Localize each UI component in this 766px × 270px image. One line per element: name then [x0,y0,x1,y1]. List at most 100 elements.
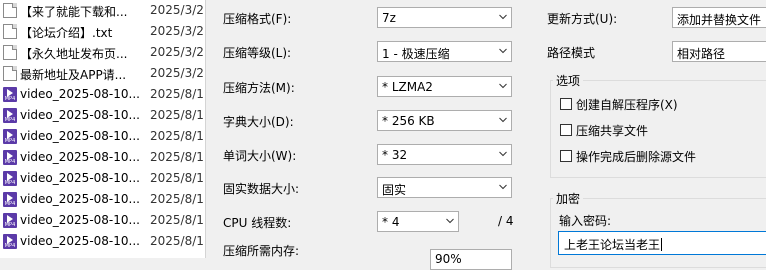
word-size-value: * 32 [382,148,408,162]
delete-after-label[interactable]: 操作完成后删除源文件 [576,148,696,165]
file-date: 2025/8/1 [150,213,204,227]
file-date: 2025/8/1 [150,129,204,143]
file-name: video_2025-08-10... [20,192,140,206]
file-row[interactable]: MP4 video_2025-08-10... 2025/8/1 [0,105,205,126]
chevron-down-icon [499,183,507,191]
file-date: 2025/3/2 [150,3,204,17]
pane-splitter[interactable] [205,0,206,258]
file-date: 2025/8/1 [150,171,204,185]
chevron-down-icon [446,217,454,225]
text-caret [661,238,663,251]
file-row[interactable]: MP4 video_2025-08-10... 2025/8/1 [0,126,205,147]
memory-usage-value: 90% [435,252,462,266]
file-row[interactable]: MP4 video_2025-08-10... 2025/8/1 [0,168,205,189]
text-file-icon [3,66,17,81]
video-file-icon: MP4 [3,150,17,165]
chevron-down-icon [499,13,507,21]
video-file-icon: MP4 [3,234,17,249]
file-date: 2025/3/2 [150,45,204,59]
text-file-icon [3,45,17,60]
memory-usage-label: 压缩所需内存: [223,244,300,258]
level-value: 1 - 极速压缩 [382,47,450,61]
dictionary-value: * 256 KB [382,114,435,128]
level-label: 压缩等级(L): [223,46,292,60]
cpu-threads-max: / 4 [498,214,514,228]
compress-shared-label[interactable]: 压缩共享文件 [576,122,648,139]
file-date: 2025/8/1 [150,87,204,101]
file-name: video_2025-08-10... [20,171,140,185]
word-size-select[interactable]: * 32 [377,144,512,165]
file-date: 2025/8/1 [150,234,204,248]
word-size-label: 单词大小(W): [223,149,297,163]
file-name: video_2025-08-10... [20,234,140,248]
file-row[interactable]: MP4 video_2025-08-10... 2025/8/1 [0,231,205,252]
video-file-icon: MP4 [3,108,17,123]
update-mode-value: 添加并替换文件 [677,13,762,27]
file-name: video_2025-08-10... [20,108,140,122]
file-row[interactable]: 【永久地址发布页... 2025/3/2 [0,42,205,63]
memory-usage-select[interactable]: 90% [430,249,512,270]
dictionary-label: 字典大小(D): [223,115,294,129]
video-file-icon: MP4 [3,129,17,144]
video-file-icon: MP4 [3,171,17,186]
path-mode-value: 相对路径 [677,47,726,61]
text-file-icon [3,3,17,18]
level-select[interactable]: 1 - 极速压缩 [377,41,512,62]
file-date: 2025/8/1 [150,192,204,206]
file-row[interactable]: MP4 video_2025-08-10... 2025/8/1 [0,84,205,105]
file-name: video_2025-08-10... [20,87,140,101]
file-date: 2025/3/2 [150,66,204,80]
file-row[interactable]: MP4 video_2025-08-10... 2025/8/1 [0,210,205,231]
file-row[interactable]: 最新地址及APP请... 2025/3/2 [0,63,205,84]
path-mode-select[interactable]: 相对路径 [672,41,766,62]
password-input[interactable]: 上老王论坛当老王 [558,231,766,255]
delete-after-checkbox[interactable] [560,150,572,162]
password-label: 输入密码: [559,214,612,228]
path-mode-label: 路径模式 [547,46,596,60]
update-mode-label: 更新方式(U): [547,12,618,26]
file-name: 【论坛介绍】.txt [20,26,113,40]
file-row[interactable]: MP4 video_2025-08-10... 2025/8/1 [0,147,205,168]
cpu-threads-value: * 4 [382,215,400,229]
file-row[interactable]: 【来了就能下载和... 2025/3/2 [0,0,205,21]
video-file-icon: MP4 [3,213,17,228]
video-file-icon: MP4 [3,192,17,207]
file-list[interactable]: 【来了就能下载和... 2025/3/2 【论坛介绍】.txt 2025/3/2 【永久… [0,0,205,258]
file-name: video_2025-08-10... [20,150,140,164]
file-name: 【永久地址发布页... [20,47,128,61]
chevron-down-icon [499,82,507,90]
text-file-icon [3,24,17,39]
cpu-threads-select[interactable]: * 4 [377,211,459,232]
file-date: 2025/3/2 [150,24,204,38]
file-name: 最新地址及APP请... [20,68,127,82]
encryption-group-title: 加密 [553,190,584,207]
video-file-icon: MP4 [3,87,17,102]
file-date: 2025/8/1 [150,108,204,122]
update-mode-select[interactable]: 添加并替换文件 [672,7,766,28]
solid-block-label: 固实数据大小: [223,182,300,196]
format-value: 7z [382,11,396,25]
password-value: 上老王论坛当老王 [564,238,661,252]
options-group-title: 选项 [553,72,584,89]
file-row[interactable]: 【论坛介绍】.txt 2025/3/2 [0,21,205,42]
create-sfx-checkbox[interactable] [560,98,572,110]
compress-shared-checkbox[interactable] [560,124,572,136]
chevron-down-icon [499,150,507,158]
method-value: * LZMA2 [382,80,433,94]
format-select[interactable]: 7z [377,7,512,28]
cpu-threads-label: CPU 线程数: [223,216,292,230]
file-name: video_2025-08-10... [20,129,140,143]
method-select[interactable]: * LZMA2 [377,76,512,97]
dictionary-select[interactable]: * 256 KB [377,110,512,131]
solid-block-value: 固实 [382,183,407,197]
format-label: 压缩格式(F): [223,12,292,26]
solid-block-select[interactable]: 固实 [377,177,512,198]
chevron-down-icon [499,116,507,124]
file-name: video_2025-08-10... [20,213,140,227]
file-row[interactable]: MP4 video_2025-08-10... 2025/8/1 [0,189,205,210]
file-date: 2025/8/1 [150,150,204,164]
chevron-down-icon [499,47,507,55]
method-label: 压缩方法(M): [223,81,295,95]
file-name: 【来了就能下载和... [20,5,128,19]
create-sfx-label[interactable]: 创建自解压程序(X) [576,96,678,113]
